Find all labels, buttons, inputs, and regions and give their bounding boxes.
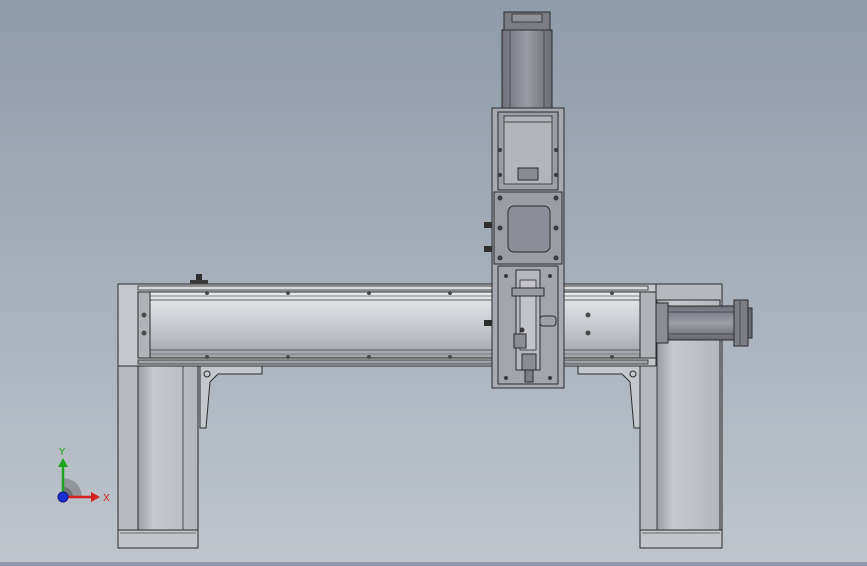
- z-axis-column[interactable]: [484, 11, 565, 389]
- x-axis-label: X: [103, 493, 110, 504]
- coordinate-triad: Y X: [57, 447, 110, 504]
- x-axis-arrowhead: [91, 492, 100, 502]
- cad-viewport[interactable]: Y X: [0, 0, 867, 562]
- y-axis-label: Y: [58, 447, 66, 458]
- x-axis-motor[interactable]: [655, 299, 753, 347]
- z-axis-origin: [57, 491, 69, 503]
- y-axis-arrowhead: [58, 458, 68, 467]
- x-axis-beam[interactable]: [117, 274, 657, 367]
